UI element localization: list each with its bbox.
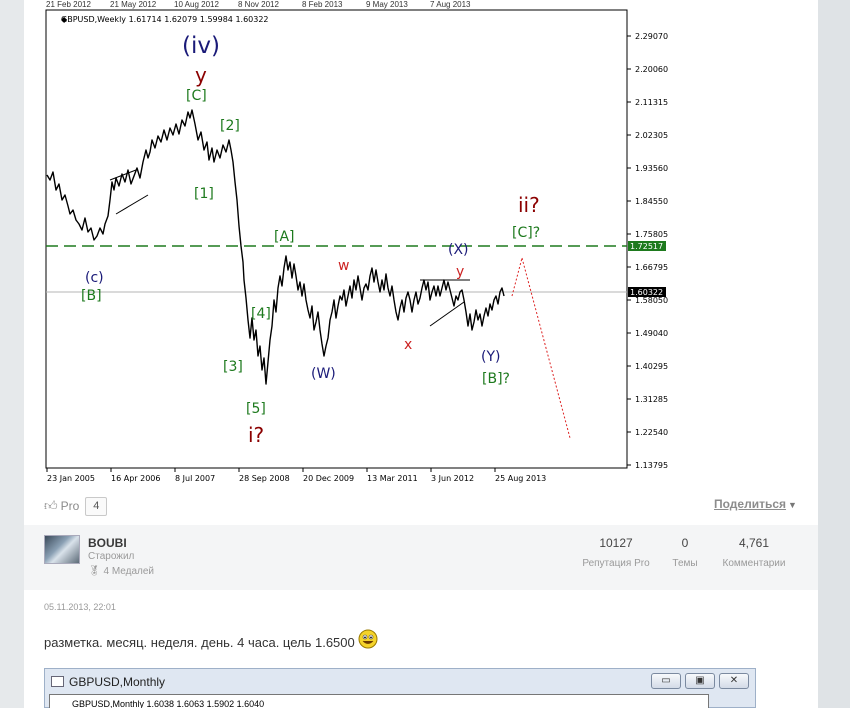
price-label: 1.66795 [635,263,668,272]
pro-count: 4 [85,496,108,516]
price-label: 1.13795 [635,461,668,470]
date-label: 23 Jan 2005 [47,474,95,483]
date-label: 20 Dec 2009 [303,474,354,483]
smiley-icon [358,629,378,648]
current-price-label: 1.60322 [630,288,663,297]
date-label: 25 Aug 2013 [495,474,546,483]
stat-topics: 0 Темы [660,536,710,569]
close-button[interactable]: ✕ [719,673,749,689]
wave-chart: GBPUSD,Weekly 1.61714 1.62079 1.59984 1.… [45,9,668,483]
author-rank: Старожил [88,551,135,562]
wave-label-A: [A] [274,229,295,245]
author-medals[interactable]: 🏅︎ 4 Медалей [88,566,154,577]
minimize-button[interactable]: ▭ [651,673,681,689]
wave-label-C-q: [C]? [512,225,540,241]
author-bar: BOUBI Старожил 🏅︎ 4 Медалей 10127 Репута… [24,525,818,590]
window-title: GBPUSD,Monthly [69,675,166,689]
share-label: Поделиться [714,497,787,511]
thumbs-up-icon[interactable]: 👍︎ [44,498,58,514]
wave-label-X: (X) [448,242,469,258]
stat-comments: 4,761 Комментарии [716,536,792,569]
stat-value: 10127 [599,536,633,550]
price-label: 1.58050 [635,296,668,305]
wave-label-B: [B] [81,288,102,304]
wave-label-5: [5] [246,401,266,417]
caret-down-icon: ▼ [788,500,797,510]
price-label: 1.40295 [635,362,668,371]
price-label: 2.29070 [635,32,668,41]
price-label: 2.20060 [635,65,668,74]
wave-label-3: [3] [223,359,243,375]
svg-text:◆: ◆ [61,15,68,24]
date-label: 13 Mar 2011 [367,474,418,483]
share-button[interactable]: Поделиться ▼ [714,497,797,511]
maximize-button[interactable]: ▣ [685,673,715,689]
medal-icon: 🏅︎ [88,566,101,577]
wave-label-C: [C] [186,88,207,104]
price-label: 1.49040 [635,329,668,338]
stat-label: Комментарии [722,558,786,569]
price-label: 1.84550 [635,197,668,206]
price-label: 2.02305 [635,131,668,140]
wave-label-c: (c) [85,270,104,286]
author-name[interactable]: BOUBI [88,536,127,550]
price-label: 1.75805 [635,230,668,239]
stat-label: Репутация Pro [582,558,650,569]
price-label: 1.22540 [635,428,668,437]
wave-label-2: [2] [220,118,240,134]
price-label: 1.31285 [635,395,668,404]
wave-label-Y-small: y [456,264,464,280]
post-date: 05.11.2013, 22:01 [44,602,116,612]
pro-label[interactable]: Pro [61,499,80,513]
wave-label-i: i? [248,423,264,447]
forum-post: 21 Feb 2012 21 May 2012 10 Aug 2012 8 No… [24,0,818,708]
embedded-window: GBPUSD,Monthly ▭ ▣ ✕ GBPUSD,Monthly 1.60… [44,668,756,708]
stat-reputation: 10127 Репутация Pro [576,536,656,569]
pro-vote-row: 👍︎ Pro 4 [44,494,108,518]
post-text-row: разметка. месяц. неделя. день. 4 часа. ц… [44,629,378,650]
wave-label-Y: (Y) [481,349,500,365]
wave-label-4: [4] [251,306,271,322]
chart-panel: GBPUSD,Monthly 1.6038 1.6063 1.5902 1.60… [49,694,709,708]
medals-label: 4 Медалей [103,566,154,577]
inner-symbol-line: GBPUSD,Monthly 1.6038 1.6063 1.5902 1.60… [72,699,265,708]
wave-label-B-q: [B]? [482,371,510,387]
avatar[interactable] [44,535,80,564]
right-gutter [818,0,850,708]
wave-label-x: x [404,337,412,353]
wave-label-ii: ii? [518,193,540,217]
stat-value: 0 [681,536,689,550]
stat-label: Темы [672,558,698,569]
wave-label-w: w [338,258,349,274]
wave-label-1: [1] [194,186,214,202]
date-label: 8 Jul 2007 [175,474,215,483]
post-text: разметка. месяц. неделя. день. 4 часа. ц… [44,635,355,650]
wave-label-y: y [195,63,207,87]
window-app-icon [51,676,64,687]
date-label: 16 Apr 2006 [111,474,160,483]
date-label: 3 Jun 2012 [431,474,474,483]
level-price-label: 1.72517 [630,242,663,251]
date-label: 28 Sep 2008 [239,474,290,483]
wave-label-iv: (iv) [182,33,220,59]
stat-value: 4,761 [738,536,770,550]
price-label: 2.11315 [635,98,668,107]
date-axis: 23 Jan 2005 16 Apr 2006 8 Jul 2007 28 Se… [46,468,546,483]
left-gutter [0,0,24,708]
wave-label-W: (W) [311,366,336,382]
price-label: 1.93560 [635,164,668,173]
chart-symbol-line: GBPUSD,Weekly 1.61714 1.62079 1.59984 1.… [61,15,269,24]
